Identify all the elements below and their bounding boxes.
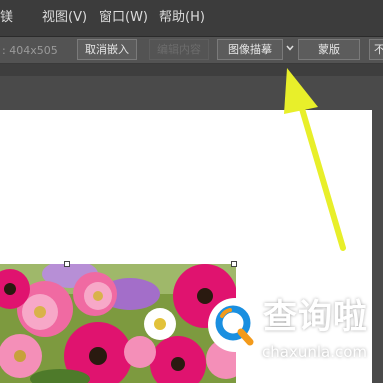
watermark-title: 查询啦 — [263, 297, 368, 337]
watermark-logo — [208, 298, 262, 352]
magnifier-logo-icon — [215, 305, 254, 346]
watermark-url: chaxunla.com — [262, 343, 367, 361]
